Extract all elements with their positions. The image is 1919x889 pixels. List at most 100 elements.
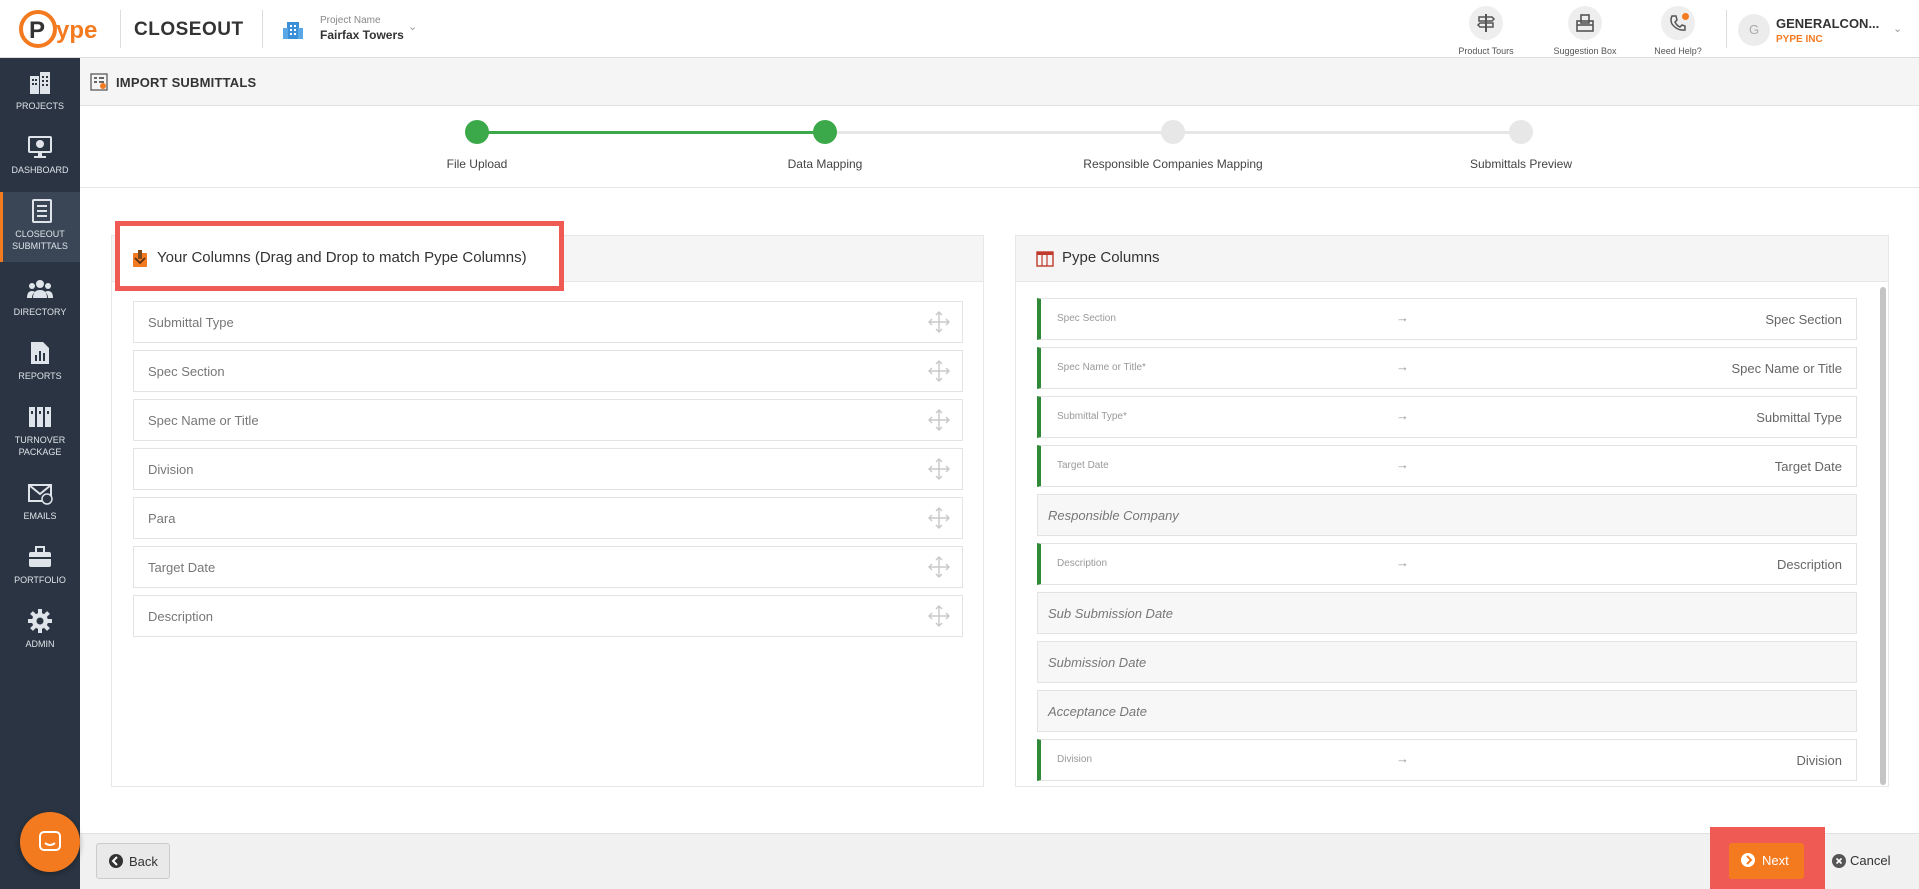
your-columns-title: Your Columns (Drag and Drop to match Pyp… (157, 249, 527, 266)
column-name: Description (148, 609, 214, 624)
chart-file-icon (31, 342, 49, 364)
drag-handle-icon[interactable] (928, 360, 950, 382)
pype-column-name: Description (1057, 558, 1108, 569)
next-label: Next (1762, 853, 1789, 868)
app-title: CLOSEOUT (134, 19, 244, 40)
mapping-row[interactable]: Submittal Type* → Submittal Type (1037, 396, 1857, 438)
mapping-row[interactable]: Spec Section → Spec Section (1037, 298, 1857, 340)
product-tours-label: Product Tours (1458, 46, 1514, 56)
sidebar-item-reports[interactable]: REPORTS (0, 340, 80, 382)
pype-column-name: Target Date (1057, 460, 1109, 471)
drag-handle-icon[interactable] (928, 458, 950, 480)
chevron-down-icon[interactable]: ⌄ (408, 20, 417, 33)
product-tours-button[interactable]: Product Tours (1447, 6, 1525, 56)
sidebar-item-admin[interactable]: ADMIN (0, 608, 80, 650)
column-name: Division (148, 462, 194, 477)
mapping-row[interactable]: Target Date → Target Date (1037, 445, 1857, 487)
pype-column-name: Division (1057, 754, 1093, 765)
draggable-column[interactable]: Para (133, 497, 963, 539)
mapping-row[interactable]: Division → Division (1037, 739, 1857, 781)
need-help-label: Need Help? (1654, 46, 1702, 56)
step-dot-file-upload (465, 120, 489, 144)
step-dot-data-mapping (813, 120, 837, 144)
pype-column-name: Sub Submission Date (1048, 606, 1174, 621)
step-connector (477, 131, 825, 134)
user-name[interactable]: GENERALCON... (1776, 16, 1879, 31)
pype-columns-title: Pype Columns (1062, 249, 1160, 266)
gear-icon (28, 609, 52, 633)
sidebar-item-dashboard[interactable]: DASHBOARD (0, 134, 80, 176)
mapping-row[interactable]: Description → Description (1037, 543, 1857, 585)
sidebar-item-label: DASHBOARD (11, 165, 69, 175)
drag-handle-icon[interactable] (928, 507, 950, 529)
drop-target-row[interactable]: Sub Submission Date (1037, 592, 1857, 634)
back-button[interactable]: Back (96, 843, 170, 879)
briefcase-icon (29, 546, 51, 567)
next-button[interactable]: Next (1729, 843, 1804, 879)
signpost-icon (1476, 14, 1496, 32)
draggable-column[interactable]: Spec Section (133, 350, 963, 392)
drag-handle-icon[interactable] (928, 556, 950, 578)
arrow-right-icon: → (1396, 751, 1409, 766)
drop-target-row[interactable]: Acceptance Date (1037, 690, 1857, 732)
cancel-button[interactable]: Cancel (1828, 843, 1908, 879)
document-list-icon (31, 199, 52, 223)
drop-target-row[interactable]: Submission Date (1037, 641, 1857, 683)
suggestion-box-button[interactable]: Suggestion Box (1546, 6, 1624, 56)
step-dot-responsible-companies (1161, 120, 1185, 144)
sidebar-item-projects[interactable]: PROJECTS (0, 70, 80, 112)
column-name: Spec Name or Title (148, 413, 259, 428)
notification-dot (1682, 13, 1689, 20)
step-label: Data Mapping (787, 157, 863, 171)
import-list-icon (90, 73, 108, 91)
avatar[interactable]: G (1738, 14, 1770, 46)
sidebar-item-directory[interactable]: DIRECTORY (0, 276, 80, 318)
sidebar-item-portfolio[interactable]: PORTFOLIO (0, 544, 80, 586)
drag-handle-icon[interactable] (928, 311, 950, 333)
sidebar-item-label: CLOSEOUT SUBMITTALS (12, 229, 68, 251)
draggable-column[interactable]: Submittal Type (133, 301, 963, 343)
draggable-column[interactable]: Division (133, 448, 963, 490)
drop-target-row[interactable]: Responsible Company (1037, 494, 1857, 536)
svg-text:P: P (29, 17, 45, 44)
sidebar-item-turnover-package[interactable]: TURNOVER PACKAGE (0, 404, 80, 458)
column-name: Para (148, 511, 176, 526)
top-bar: P ype CLOSEOUT Project Name Fairfax Towe… (0, 0, 1919, 58)
sidebar-item-label: REPORTS (18, 371, 62, 381)
mapped-column-name: Description (1776, 557, 1842, 572)
pype-column-name: Submission Date (1048, 655, 1147, 670)
sidebar-item-closeout-submittals[interactable]: CLOSEOUT SUBMITTALS (0, 192, 80, 262)
mapped-column-name: Target Date (1774, 459, 1842, 474)
sidebar-item-label: TURNOVER PACKAGE (14, 435, 66, 457)
drag-handle-icon[interactable] (928, 409, 950, 431)
suggestion-box-label: Suggestion Box (1553, 46, 1617, 56)
project-label: Project Name (320, 15, 381, 26)
pype-columns-scrollbar[interactable] (1880, 287, 1886, 785)
step-label: File Upload (446, 157, 508, 171)
monitor-icon (28, 136, 52, 158)
close-icon (1832, 854, 1846, 868)
binders-icon (29, 407, 51, 427)
pype-column-name: Responsible Company (1048, 508, 1179, 523)
project-selector[interactable]: Fairfax Towers (320, 28, 404, 42)
sidebar-item-label: ADMIN (25, 639, 55, 649)
sidebar: PROJECTS DASHBOARD CLOSEOUT SUBMITTALS D… (0, 58, 80, 889)
arrow-right-icon: → (1396, 310, 1409, 325)
arrow-right-icon: → (1396, 408, 1409, 423)
mapping-row[interactable]: Spec Name or Title* → Spec Name or Title (1037, 347, 1857, 389)
need-help-button[interactable]: Need Help? (1639, 6, 1717, 56)
sidebar-item-label: PORTFOLIO (14, 575, 66, 585)
drag-handle-icon[interactable] (928, 605, 950, 627)
pype-logo[interactable]: P ype (18, 8, 110, 50)
header-divider (262, 10, 263, 48)
sidebar-item-emails[interactable]: EMAILS (0, 480, 80, 522)
draggable-column[interactable]: Target Date (133, 546, 963, 588)
chat-launcher-button[interactable] (20, 812, 80, 872)
draggable-column[interactable]: Spec Name or Title (133, 399, 963, 441)
draggable-column[interactable]: Description (133, 595, 963, 637)
step-label: Responsible Companies Mapping (1083, 157, 1263, 171)
header-divider (1726, 10, 1727, 48)
column-name: Target Date (148, 560, 216, 575)
table-columns-icon (1036, 251, 1054, 267)
chevron-down-icon[interactable]: ⌄ (1893, 22, 1902, 35)
